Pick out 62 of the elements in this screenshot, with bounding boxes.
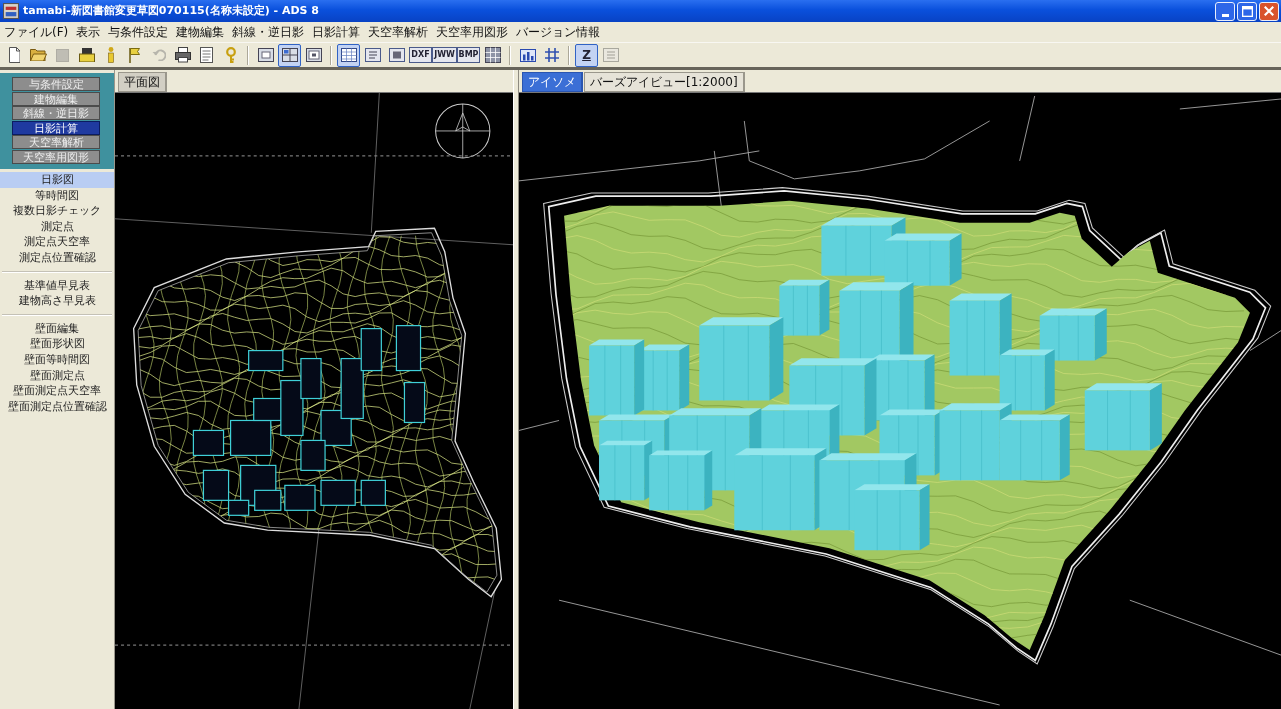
mode-button[interactable]: 日影計算 bbox=[12, 120, 100, 135]
tile-icon bbox=[602, 48, 619, 62]
document-icon bbox=[8, 47, 21, 63]
sidebar-item[interactable]: 壁面等時間図 bbox=[0, 351, 114, 368]
app-icon bbox=[3, 3, 19, 19]
menu-item[interactable]: ファイル(F) bbox=[0, 21, 73, 43]
menu-item[interactable]: 斜線・逆日影 bbox=[228, 21, 309, 43]
square-icon bbox=[56, 48, 69, 62]
sidebar-item[interactable]: 日影図 bbox=[0, 172, 114, 188]
info-icon bbox=[107, 47, 114, 63]
menu-item[interactable]: 天空率用図形 bbox=[432, 21, 513, 43]
menu-item[interactable]: 日影計算 bbox=[308, 21, 365, 43]
split-view-icon bbox=[281, 48, 298, 62]
sidebar-item[interactable]: 基準値早見表 bbox=[0, 277, 114, 294]
sidebar-item[interactable]: 建物高さ早見表 bbox=[0, 293, 114, 309]
view-icon bbox=[257, 48, 274, 62]
menu-item[interactable]: 建物編集 bbox=[172, 21, 229, 43]
sidebar-item[interactable]: 壁面編集 bbox=[0, 320, 114, 337]
menu-item[interactable]: 表示 bbox=[72, 21, 105, 43]
printer-icon bbox=[174, 47, 191, 63]
sidebar-item[interactable]: 測定点天空率 bbox=[0, 234, 114, 250]
window-title: tamabi-新図書館変更草図070115(名称未設定) - ADS 8 bbox=[23, 2, 320, 19]
menu-item[interactable]: 天空率解析 bbox=[364, 21, 433, 43]
toolbar-button[interactable] bbox=[337, 43, 360, 67]
sidebar-item[interactable]: 壁面測定点 bbox=[0, 367, 114, 384]
view-tab[interactable]: バーズアイビュー[1:2000] bbox=[584, 72, 745, 92]
grid-icon bbox=[484, 47, 501, 63]
maximize-button[interactable] bbox=[1237, 1, 1257, 21]
hash-icon bbox=[544, 48, 559, 62]
folder-icon bbox=[30, 48, 47, 62]
sidebar-item[interactable]: 壁面測定点天空率 bbox=[0, 383, 114, 399]
close-icon bbox=[1264, 6, 1274, 16]
view-tab[interactable]: 平面図 bbox=[118, 72, 167, 92]
compass-icon bbox=[435, 103, 491, 159]
flag-icon bbox=[129, 47, 140, 63]
tile-icon bbox=[388, 48, 405, 62]
sidebar-item[interactable]: 等時間図 bbox=[0, 187, 114, 204]
minimize-button[interactable] bbox=[1215, 1, 1235, 21]
road-line bbox=[1249, 330, 1281, 351]
toolbar-button[interactable] bbox=[278, 43, 301, 67]
minimize-icon bbox=[1221, 13, 1229, 17]
view-tab[interactable]: アイソメ bbox=[522, 72, 583, 92]
toolbar-button[interactable]: Z bbox=[575, 43, 598, 67]
device-icon bbox=[78, 47, 95, 63]
sidebar-item[interactable]: 複数日影チェック bbox=[0, 203, 114, 219]
sidebar-item[interactable]: 壁面形状図 bbox=[0, 336, 114, 352]
maximize-icon bbox=[1241, 5, 1253, 17]
menu-item[interactable]: バージョン情報 bbox=[512, 21, 605, 43]
tile-icon bbox=[364, 48, 381, 62]
sidebar-item[interactable]: 壁面測定点位置確認 bbox=[0, 398, 114, 415]
close-button[interactable] bbox=[1259, 1, 1279, 21]
sidebar-item[interactable]: 測定点位置確認 bbox=[0, 249, 114, 266]
road-line bbox=[519, 420, 560, 431]
table-icon bbox=[340, 48, 357, 62]
undo-icon bbox=[151, 49, 166, 61]
road-line bbox=[1019, 95, 1036, 162]
chart-icon bbox=[519, 48, 536, 62]
key-icon bbox=[225, 46, 236, 64]
menu-item[interactable]: 与条件設定 bbox=[104, 21, 173, 43]
list-icon bbox=[200, 47, 213, 63]
sidebar-item[interactable]: 測定点 bbox=[0, 218, 114, 235]
view-icon bbox=[305, 48, 322, 62]
